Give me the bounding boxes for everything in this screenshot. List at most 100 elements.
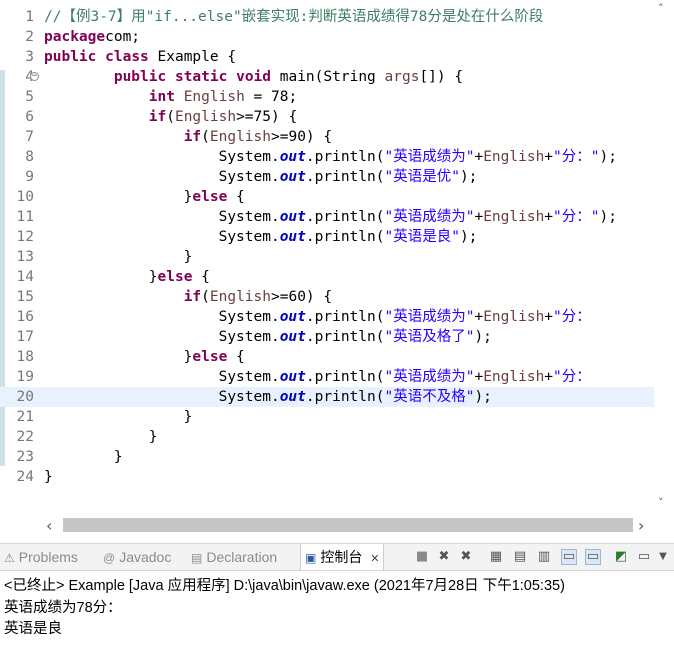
code-token: +: [544, 309, 554, 325]
horizontal-scrollbar[interactable]: ‹ ›: [0, 515, 674, 535]
code-line[interactable]: 16 System.out.println("英语成绩为"+English+"分…: [0, 307, 654, 327]
code-line[interactable]: 13 }: [0, 247, 654, 267]
remove-launch-icon[interactable]: ✖: [436, 549, 452, 565]
code-text: if(English>=60) {: [44, 287, 332, 307]
code-token: out: [279, 329, 306, 345]
code-token: .println(: [305, 149, 385, 165]
javadoc-icon: @: [103, 551, 116, 565]
tab-console[interactable]: ▣ 控制台 ✕: [300, 544, 385, 570]
code-token: = 78;: [244, 89, 298, 105]
code-line[interactable]: 4− public static void main(String args[]…: [0, 67, 654, 87]
code-line[interactable]: 7 if(English>=90) {: [0, 127, 654, 147]
code-text: }else {: [44, 267, 210, 287]
tab-problems[interactable]: ⚠ Problems: [4, 544, 78, 570]
line-number: 20: [16, 389, 34, 405]
scroll-up-icon[interactable]: ˄: [658, 2, 664, 15]
code-token: "分：: [553, 369, 591, 385]
console-output[interactable]: <已终止> Example [Java 应用程序] D:\java\bin\ja…: [0, 571, 674, 645]
code-token: "英语成绩为": [384, 149, 475, 165]
close-icon[interactable]: ✕: [370, 553, 379, 565]
horizontal-scroll-thumb[interactable]: [63, 518, 633, 532]
tab-console-label: 控制台: [320, 549, 363, 565]
code-line[interactable]: 17 System.out.println("英语及格了");: [0, 327, 654, 347]
line-number: 23: [16, 449, 34, 465]
code-line[interactable]: 22 }: [0, 427, 654, 447]
code-line[interactable]: 1 //【例3-7】用"if...else"嵌套实现:判断英语成绩得78分是处在什…: [0, 7, 654, 27]
code-token: //【例3-7】用"if...else"嵌套实现:判断英语成绩得78分是处在什么…: [44, 9, 544, 25]
code-line[interactable]: 3 public class Example {: [0, 47, 654, 67]
code-line[interactable]: 2 packagecom;: [0, 27, 654, 47]
vertical-scrollbar[interactable]: ˄ ˅: [654, 0, 674, 515]
code-line[interactable]: 21 }: [0, 407, 654, 427]
code-line[interactable]: 9 System.out.println("英语是优");: [0, 167, 654, 187]
code-text: public static void main(String args[]) {: [44, 67, 463, 87]
code-text: }: [44, 427, 158, 447]
code-token: int: [148, 89, 175, 105]
code-text: System.out.println("英语成绩为"+English+"分：: [44, 367, 591, 387]
code-text: System.out.println("英语是优");: [44, 167, 478, 187]
word-wrap-icon[interactable]: ▥: [536, 549, 552, 565]
code-line[interactable]: 10 }else {: [0, 187, 654, 207]
code-token: .println(: [305, 229, 385, 245]
code-token: }: [44, 349, 193, 365]
code-token: System.: [44, 169, 280, 185]
line-number: 1: [25, 9, 34, 25]
code-line[interactable]: 15 if(English>=60) {: [0, 287, 654, 307]
scroll-down-icon[interactable]: ˅: [658, 496, 664, 509]
code-line[interactable]: 12 System.out.println("英语是良");: [0, 227, 654, 247]
scroll-lock-icon[interactable]: ▦: [488, 549, 504, 565]
code-token: class: [105, 49, 149, 65]
code-line[interactable]: 14 }else {: [0, 267, 654, 287]
code-line[interactable]: 11 System.out.println("英语成绩为"+English+"分…: [0, 207, 654, 227]
line-number: 14: [16, 269, 34, 285]
code-editor[interactable]: 1 //【例3-7】用"if...else"嵌套实现:判断英语成绩得78分是处在什…: [0, 0, 674, 540]
code-token: );: [459, 169, 478, 185]
code-text: int English = 78;: [44, 87, 297, 107]
code-token: void: [236, 69, 272, 85]
code-text: System.out.println("英语成绩为"+English+"分：")…: [44, 207, 617, 227]
remove-all-icon[interactable]: ✖: [458, 549, 474, 565]
code-token: {: [227, 349, 245, 365]
code-token: System.: [44, 149, 280, 165]
code-text: }else {: [44, 347, 245, 367]
code-token: out: [279, 369, 306, 385]
code-token: }: [44, 249, 193, 265]
code-line[interactable]: 20 System.out.println("英语不及格");: [0, 387, 654, 407]
code-token: out: [279, 309, 306, 325]
show-on-stderr-icon[interactable]: ▭: [585, 549, 601, 565]
open-console-icon[interactable]: ◩: [613, 549, 629, 565]
code-token: out: [279, 169, 306, 185]
code-line[interactable]: 19 System.out.println("英语成绩为"+English+"分…: [0, 367, 654, 387]
code-token: }: [44, 409, 193, 425]
code-token: English: [209, 129, 271, 145]
code-token: out: [279, 229, 306, 245]
code-token: +: [474, 309, 484, 325]
code-line[interactable]: 18 }else {: [0, 347, 654, 367]
code-token: "英语及格了": [384, 329, 475, 345]
code-line[interactable]: 23 }: [0, 447, 654, 467]
scroll-right-icon[interactable]: ›: [638, 516, 644, 535]
pin-icon[interactable]: ▤: [512, 549, 528, 565]
code-token: static: [174, 69, 228, 85]
scroll-left-icon[interactable]: ‹: [46, 516, 52, 535]
code-token: }: [44, 449, 123, 465]
code-token: "分：": [553, 149, 600, 165]
code-line[interactable]: 5 int English = 78;: [0, 87, 654, 107]
code-token: (: [201, 289, 210, 305]
tab-declaration[interactable]: ▤ Declaration: [191, 544, 277, 570]
code-text: }else {: [44, 187, 245, 207]
display-console-icon[interactable]: ▭: [636, 549, 652, 565]
chevron-down-icon[interactable]: ▼: [655, 549, 671, 565]
fold-collapse-icon[interactable]: −: [30, 72, 39, 81]
code-text: System.out.println("英语成绩为"+English+"分：")…: [44, 147, 617, 167]
code-line[interactable]: 6 if(English>=75) {: [0, 107, 654, 127]
terminate-icon[interactable]: ■: [414, 549, 430, 565]
show-on-stdout-icon[interactable]: ▭: [561, 549, 577, 565]
code-line[interactable]: 24}: [0, 467, 654, 487]
tab-javadoc[interactable]: @ Javadoc: [103, 544, 171, 570]
code-token: +: [544, 209, 554, 225]
code-line[interactable]: 8 System.out.println("英语成绩为"+English+"分：…: [0, 147, 654, 167]
